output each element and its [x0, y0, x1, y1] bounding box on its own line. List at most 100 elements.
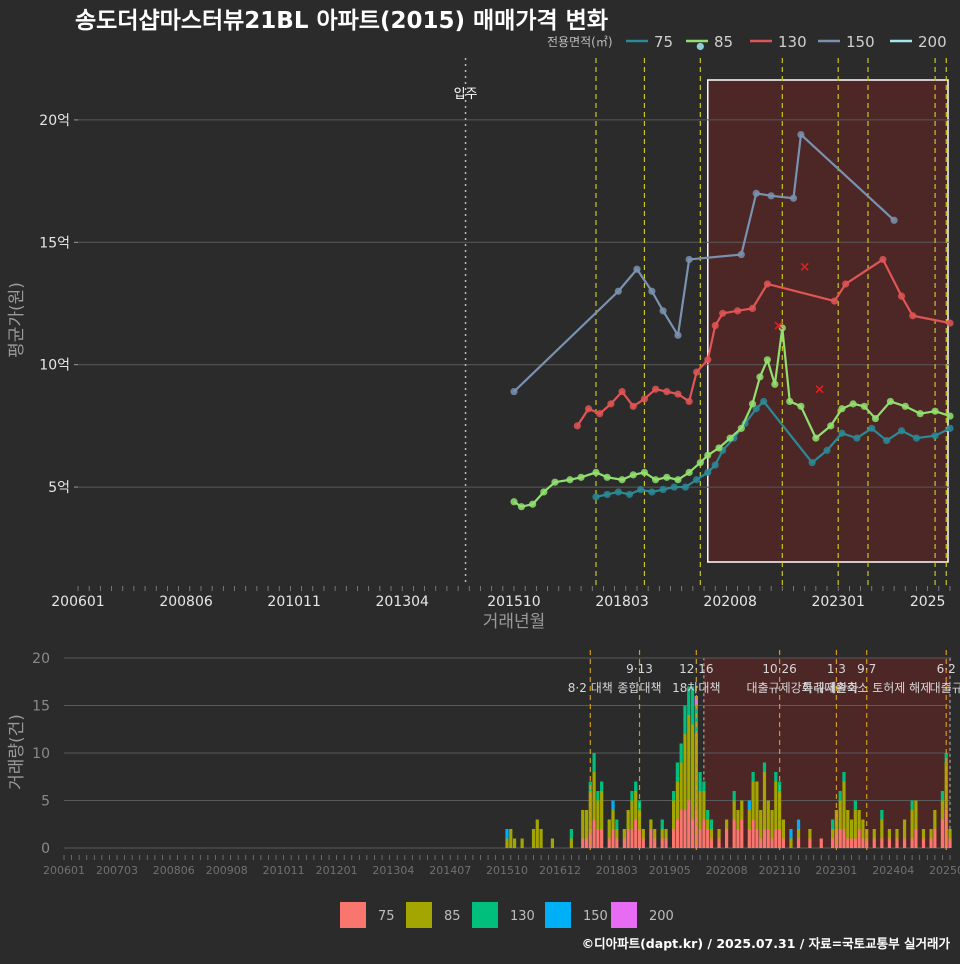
legend-label: 150	[583, 909, 608, 924]
data-point-75	[760, 397, 768, 406]
x-axis-title: 거래년월	[483, 612, 546, 632]
data-point-130	[584, 405, 593, 413]
bar-85	[717, 829, 721, 839]
y-tick-label: 5	[41, 794, 50, 810]
data-point-75	[883, 436, 891, 445]
bar-130	[634, 781, 638, 791]
x-tick-label: 2025	[910, 594, 946, 610]
data-point-75	[614, 488, 622, 496]
bar-75	[581, 838, 585, 848]
bar-130	[660, 819, 664, 829]
data-point-75	[868, 424, 876, 432]
policy-label-top: 9·13	[626, 662, 653, 676]
bar-85	[592, 772, 596, 820]
data-point-85	[663, 473, 671, 481]
data-point-75	[808, 459, 816, 467]
x-tick-label: 201304	[375, 594, 429, 610]
bar-85	[509, 829, 513, 848]
policy-label-top: 1·3	[827, 662, 846, 676]
volume-chart: 0 5 10 15 20 거래량(건) 200601 200703 200806 200908 20…	[7, 650, 960, 928]
data-point-85	[592, 468, 600, 476]
x-tick-label: 201803	[595, 594, 648, 610]
data-point-85	[540, 488, 548, 496]
data-point-75	[853, 434, 861, 442]
data-point-85	[566, 476, 574, 484]
data-point-75	[603, 490, 611, 499]
bar-85	[910, 810, 914, 839]
bar-75	[751, 819, 755, 848]
bar-75	[819, 838, 823, 848]
data-point-130	[909, 312, 917, 320]
y-tick-label: 20	[32, 651, 50, 667]
data-point-75	[637, 485, 645, 494]
bar-85	[520, 838, 524, 848]
bar-85	[675, 781, 679, 820]
bar-75	[687, 800, 691, 848]
data-point-85	[901, 402, 909, 410]
bar-85	[512, 838, 517, 848]
x-tick-label: 201905	[649, 864, 691, 877]
bar-75	[717, 838, 721, 848]
bar-130	[679, 743, 683, 763]
x-tick-label: 200806	[159, 594, 213, 610]
data-point-130	[879, 255, 887, 264]
data-point-85	[737, 424, 745, 432]
bar-75	[706, 829, 710, 848]
bar-75	[759, 838, 763, 848]
bar-75	[679, 810, 683, 848]
y-axis-title: 평균가(원)	[7, 282, 27, 358]
bar-75	[872, 838, 876, 848]
data-point-85	[652, 476, 660, 484]
bar-130	[569, 829, 573, 839]
bar-75	[914, 829, 918, 848]
legend-swatch	[611, 902, 637, 928]
bar-75	[740, 819, 744, 848]
bar-85	[940, 800, 945, 820]
data-point-85	[629, 471, 637, 479]
legend-label: 75	[654, 33, 673, 51]
bar-85	[759, 810, 763, 839]
bar-75	[880, 838, 884, 848]
legend-item-130: 130	[750, 33, 807, 51]
bar-85	[690, 724, 695, 820]
bar-75	[831, 838, 835, 848]
data-point-85	[715, 444, 723, 452]
x-tick-label: 202301	[811, 594, 864, 610]
data-point-75	[648, 488, 656, 496]
bar-75	[861, 838, 865, 848]
bar-85	[683, 734, 687, 810]
bar-75	[709, 838, 714, 848]
x-tick-label: 202008	[703, 594, 756, 610]
bar-85	[861, 819, 865, 839]
data-point-130	[946, 319, 954, 327]
bar-130	[853, 800, 857, 810]
bar-85	[596, 800, 600, 829]
data-point-75	[946, 424, 954, 432]
data-point-150	[648, 287, 656, 295]
bar-130	[762, 762, 767, 772]
bar-75	[641, 838, 645, 848]
data-point-130	[692, 368, 701, 376]
bar-130	[774, 772, 778, 782]
bar-85	[702, 791, 706, 820]
data-point-85	[786, 397, 794, 406]
data-point-85	[726, 434, 734, 442]
bar-75	[766, 829, 770, 848]
bar-75	[611, 829, 615, 848]
policy-label-top: 12·16	[679, 662, 713, 676]
data-point-130	[830, 297, 839, 305]
bar-75	[887, 838, 892, 848]
legend-label: 200	[918, 33, 947, 51]
bar-85	[751, 781, 755, 820]
data-point-85	[517, 503, 526, 511]
x-tick-label: 201510	[487, 594, 540, 610]
x-tick-label: 202404	[872, 864, 914, 877]
data-point-85	[551, 478, 559, 486]
bar-130	[630, 791, 634, 801]
bar-85	[921, 829, 926, 839]
data-point-150	[737, 250, 745, 259]
data-point-75	[659, 485, 667, 494]
bar-75	[929, 838, 933, 848]
bar-130	[751, 772, 755, 782]
bar-130	[592, 753, 596, 772]
